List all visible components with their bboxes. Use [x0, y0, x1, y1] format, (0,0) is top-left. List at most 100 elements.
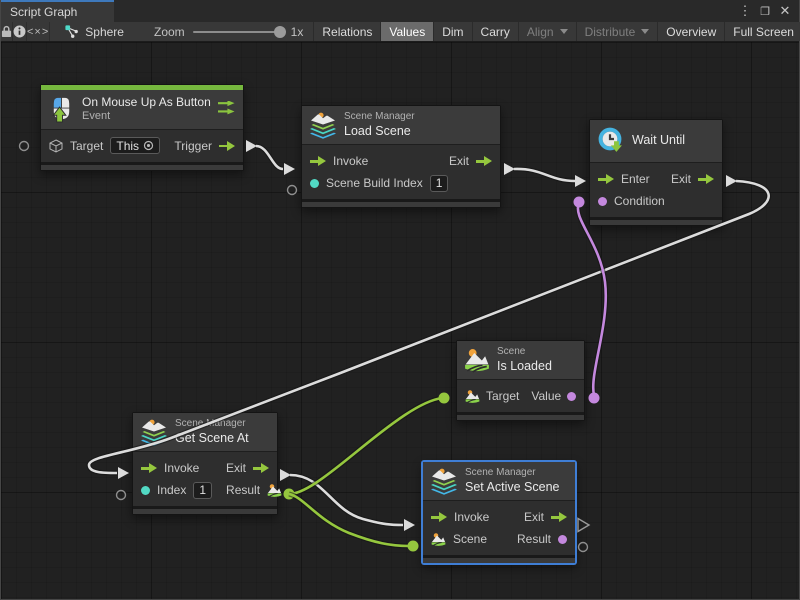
node-wait-until[interactable]: Wait Until Enter Exit Condition: [589, 119, 723, 226]
trigger-port-label: Trigger: [174, 139, 212, 153]
index-port-label: Index: [157, 483, 186, 497]
distribute-dropdown[interactable]: Distribute: [576, 22, 658, 41]
node-footer: [133, 506, 277, 514]
zoom-value: 1x: [291, 25, 304, 39]
enter-port-label: Enter: [621, 172, 650, 186]
gameobject-cube-icon: [49, 139, 63, 153]
index-value-box[interactable]: 1: [193, 482, 212, 499]
invoke-in-port[interactable]: [310, 156, 326, 167]
dim-button[interactable]: Dim: [433, 22, 471, 41]
mouse-up-icon: [48, 96, 75, 123]
graph-name: Sphere: [85, 25, 124, 39]
scene-build-index-label: Scene Build Index: [326, 176, 423, 190]
relations-button[interactable]: Relations: [313, 22, 380, 41]
value-out-port[interactable]: [567, 392, 576, 401]
node-footer: [457, 412, 584, 420]
node-footer: [302, 199, 500, 207]
scene-manager-icon: [140, 418, 168, 446]
graph-reference[interactable]: Sphere: [50, 22, 136, 41]
lock-icon: [1, 25, 12, 38]
zoom-slider[interactable]: [193, 31, 283, 33]
wire-result-to-set-active-scene[interactable]: [289, 494, 419, 552]
value-port-label: Value: [531, 389, 561, 403]
invoke-port-label: Invoke: [333, 154, 368, 168]
node-title: Load Scene: [344, 124, 415, 140]
node-title: Is Loaded: [497, 359, 552, 375]
node-kicker: Scene Manager: [465, 467, 560, 480]
invoke-in-port[interactable]: [431, 512, 447, 523]
scene-build-index-value[interactable]: 1: [430, 175, 449, 192]
zoom-control: Zoom 1x: [136, 22, 313, 41]
scene-port-label: Scene: [453, 532, 487, 546]
index-port[interactable]: [141, 486, 150, 495]
close-icon[interactable]: ✕: [778, 3, 792, 19]
tab-script-graph[interactable]: Script Graph: [1, 0, 114, 22]
target-value-box[interactable]: This: [110, 137, 160, 154]
set-active-result-unconnected-port[interactable]: [579, 543, 588, 552]
fullscreen-button[interactable]: Full Screen: [724, 22, 800, 41]
condition-port[interactable]: [598, 197, 607, 206]
node-footer: [423, 555, 575, 563]
exit-port-label: Exit: [226, 461, 246, 475]
result-port-label: Result: [517, 532, 551, 546]
scene-manager-icon: [309, 111, 337, 139]
load-scene-index-unconnected-port[interactable]: [288, 186, 297, 195]
node-subtitle: Event: [82, 110, 203, 124]
node-title: Get Scene At: [175, 431, 249, 447]
get-scene-index-unconnected-port[interactable]: [117, 491, 126, 500]
trigger-out-port[interactable]: [219, 140, 235, 151]
info-button[interactable]: [13, 22, 27, 41]
result-port-label: Result: [226, 483, 260, 497]
align-dropdown[interactable]: Align: [518, 22, 576, 41]
exit-out-port[interactable]: [551, 512, 567, 523]
exit-out-port[interactable]: [698, 174, 714, 185]
node-load-scene[interactable]: Scene Manager Load Scene Invoke Exit Sce…: [301, 105, 501, 208]
invoke-in-port[interactable]: [141, 463, 157, 474]
wait-clock-icon: [597, 127, 625, 155]
scene-port-icon[interactable]: [431, 532, 446, 547]
title-bar: Script Graph ⋮ ❐ ✕: [1, 0, 799, 22]
values-button[interactable]: Values: [380, 22, 433, 41]
set-active-exit-unconnected-port[interactable]: [578, 519, 589, 532]
exit-out-port[interactable]: [476, 156, 492, 167]
node-title: Set Active Scene: [465, 480, 560, 496]
target-picker-icon[interactable]: [143, 140, 154, 151]
maximize-icon[interactable]: ❐: [758, 5, 772, 18]
result-scene-port-icon[interactable]: [267, 483, 282, 498]
node-title: Wait Until: [632, 133, 685, 149]
node-kicker: Scene: [497, 346, 552, 359]
node-is-loaded[interactable]: Scene Is Loaded Target Value: [456, 340, 585, 421]
wire-trigger-to-load-invoke[interactable]: [246, 140, 295, 175]
invoke-port-label: Invoke: [454, 510, 489, 524]
carry-button[interactable]: Carry: [472, 22, 518, 41]
scene-build-index-port[interactable]: [310, 179, 319, 188]
invoke-port-label: Invoke: [164, 461, 199, 475]
overview-button[interactable]: Overview: [657, 22, 724, 41]
node-title: On Mouse Up As Button: [82, 95, 203, 110]
wire-load-exit-to-wait-enter[interactable]: [504, 163, 586, 187]
condition-port-label: Condition: [614, 194, 665, 208]
node-footer: [590, 217, 722, 225]
code-view-button[interactable]: <×>: [27, 22, 50, 41]
zoom-slider-handle[interactable]: [274, 26, 286, 38]
scene-port-icon[interactable]: [465, 389, 480, 404]
lock-button[interactable]: [1, 22, 13, 41]
node-set-active-scene[interactable]: Scene Manager Set Active Scene Invoke Ex…: [422, 461, 576, 564]
window-menu-icon[interactable]: ⋮: [738, 3, 752, 19]
result-out-port[interactable]: [558, 535, 567, 544]
event-target-unconnected-port[interactable]: [20, 142, 29, 151]
exit-out-port[interactable]: [253, 463, 269, 474]
enter-in-port[interactable]: [598, 174, 614, 185]
node-on-mouse-up-as-button[interactable]: On Mouse Up As Button Event Target This: [40, 84, 244, 171]
wire-get-scene-exit-to-set-active-invoke[interactable]: [280, 469, 415, 531]
info-icon: [13, 25, 26, 38]
target-port-label: Target: [486, 389, 519, 403]
graph-toolbar: <×> Sphere Zoom 1x Relations Values Dim …: [1, 22, 799, 42]
node-get-scene-at[interactable]: Scene Manager Get Scene At Invoke Exit I…: [132, 412, 278, 515]
node-footer: [41, 162, 243, 170]
target-port-label: Target: [70, 139, 103, 153]
script-graph-window: Script Graph ⋮ ❐ ✕ <×> Sphere Zoom 1x Re…: [0, 0, 800, 600]
graph-canvas[interactable]: On Mouse Up As Button Event Target This: [1, 42, 799, 599]
node-kicker: Scene Manager: [175, 418, 249, 431]
exit-port-label: Exit: [449, 154, 469, 168]
